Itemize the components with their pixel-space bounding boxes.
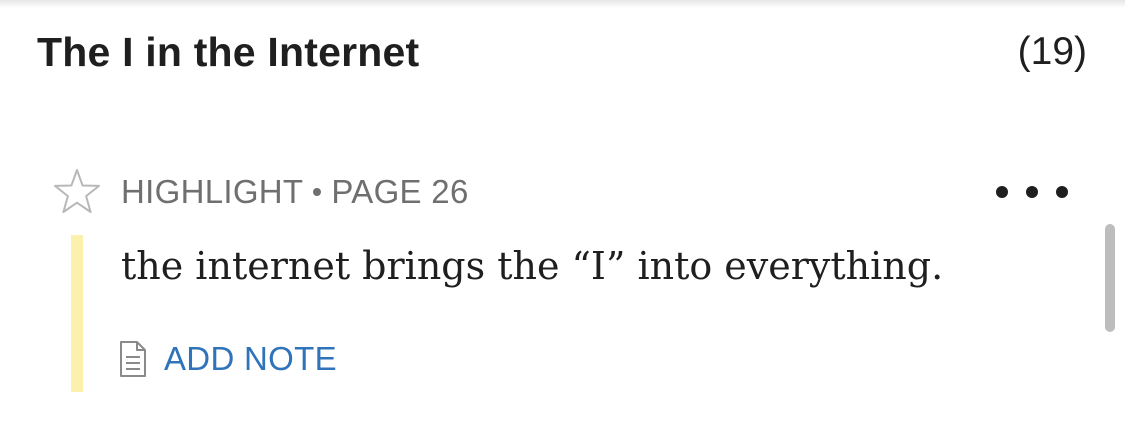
meta-separator-dot [313, 188, 322, 196]
note-icon [120, 341, 146, 377]
section-title: The I in the Internet [37, 28, 420, 75]
add-note-label: ADD NOTE [164, 340, 337, 377]
highlight-color-bar [71, 235, 83, 392]
highlight-type-label: HIGHLIGHT [121, 173, 304, 210]
top-shadow [0, 0, 1125, 8]
add-note-button[interactable]: ADD NOTE [118, 337, 337, 381]
scrollbar-thumb[interactable] [1105, 224, 1115, 332]
star-icon[interactable] [51, 166, 103, 218]
more-dot [1056, 186, 1068, 198]
more-dot [1026, 186, 1038, 198]
highlight-text[interactable]: the internet brings the “I” into everyth… [121, 238, 1081, 294]
highlight-page-label: PAGE 26 [331, 173, 469, 210]
notebook-view: The I in the Internet (19) HIGHLIGHT PAG… [0, 0, 1125, 427]
more-dot [996, 186, 1008, 198]
section-header: The I in the Internet (19) [37, 22, 1087, 82]
section-count: (19) [1017, 30, 1087, 73]
highlight-meta: HIGHLIGHT PAGE 26 [121, 170, 469, 214]
more-options-icon[interactable] [996, 176, 1068, 208]
